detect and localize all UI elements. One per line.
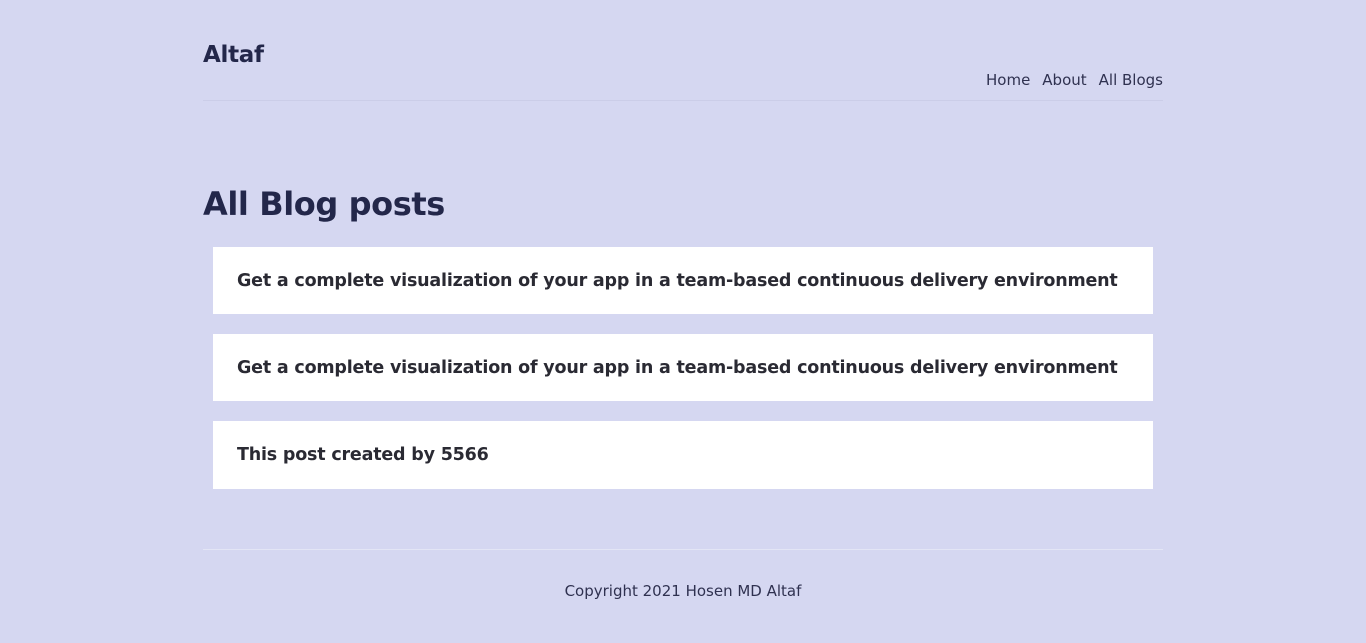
blog-post-title: Get a complete visualization of your app… — [237, 357, 1118, 378]
blog-post-title: This post created by 5566 — [237, 445, 489, 465]
blog-post-list: Get a complete visualization of your app… — [213, 247, 1153, 509]
page-container: Altaf Home About All Blogs All Blog post… — [203, 0, 1163, 643]
site-brand-link[interactable]: Altaf — [203, 42, 264, 68]
page-title: All Blog posts — [203, 185, 445, 223]
site-header: Altaf Home About All Blogs — [203, 0, 1163, 101]
nav-about-link[interactable]: About — [1042, 71, 1086, 89]
blog-post-card[interactable]: Get a complete visualization of your app… — [213, 334, 1153, 401]
footer-divider — [203, 549, 1163, 550]
blog-post-card[interactable]: Get a complete visualization of your app… — [213, 247, 1153, 314]
blog-post-title: Get a complete visualization of your app… — [237, 270, 1118, 291]
site-footer: Copyright 2021 Hosen MD Altaf — [203, 582, 1163, 600]
blog-post-card[interactable]: This post created by 5566 — [213, 421, 1153, 489]
copyright-text: Copyright 2021 Hosen MD Altaf — [564, 582, 802, 600]
main-nav: Home About All Blogs — [986, 71, 1163, 89]
nav-home-link[interactable]: Home — [986, 71, 1030, 89]
nav-all-blogs-link[interactable]: All Blogs — [1099, 71, 1163, 89]
